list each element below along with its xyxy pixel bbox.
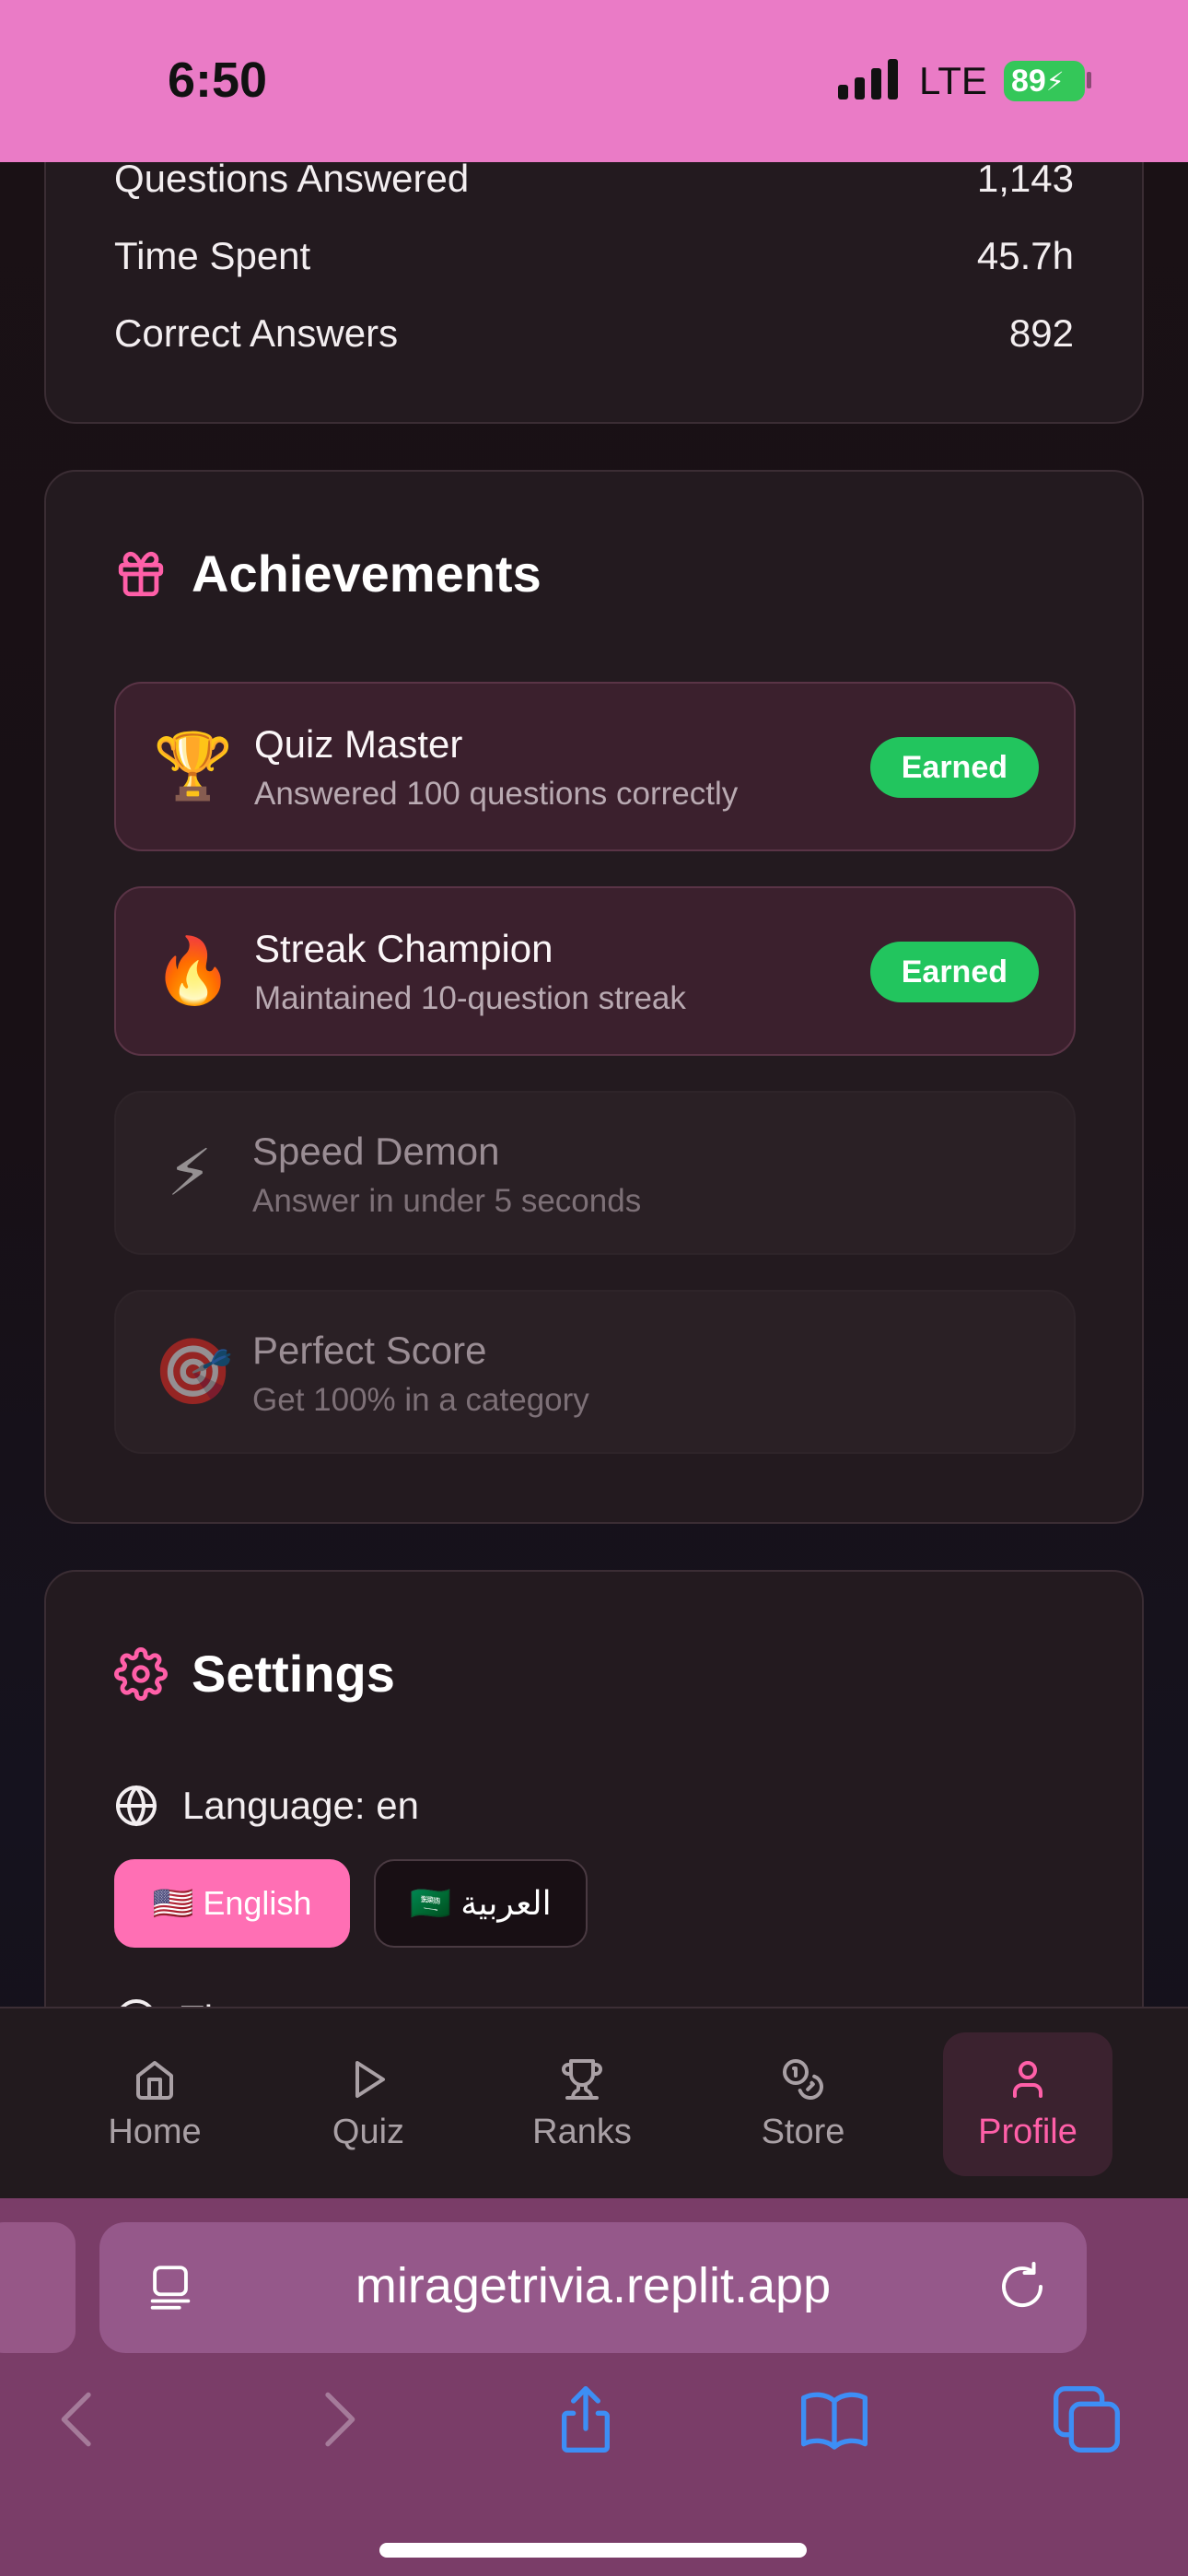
share-icon[interactable] — [549, 2383, 623, 2456]
battery-level: 89 — [1011, 63, 1046, 99]
english-label: 🇺🇸 English — [152, 1884, 312, 1922]
achievement-description: Answered 100 questions correctly — [254, 776, 739, 812]
back-icon[interactable] — [42, 2383, 116, 2456]
achievement-perfect-score: 🎯 Perfect Score Get 100% in a category — [114, 1290, 1076, 1454]
nav-ranks[interactable]: Ranks — [508, 2032, 656, 2176]
nav-home-label: Home — [108, 2112, 202, 2151]
settings-title: Settings — [114, 1644, 395, 1704]
status-time: 6:50 — [168, 53, 268, 108]
earned-badge: Earned — [869, 737, 1039, 798]
home-icon — [136, 2060, 173, 2100]
achievement-name: Streak Champion — [254, 927, 553, 970]
signal-icon — [838, 59, 898, 100]
charging-icon: ⚡ — [1045, 66, 1065, 96]
nav-store[interactable]: Store — [729, 2032, 877, 2176]
achievement-description: Answer in under 5 seconds — [252, 1183, 642, 1219]
gift-icon — [118, 551, 164, 596]
stat-row-questions-answered: Questions Answered 1,143 — [114, 157, 1074, 201]
achievement-description: Maintained 10-question streak — [254, 980, 686, 1016]
stat-label: Time Spent — [114, 234, 311, 277]
nav-profile[interactable]: Profile — [943, 2032, 1112, 2176]
nav-store-label: Store — [761, 2112, 845, 2151]
browser-toolbar: miragetrivia.replit.app — [0, 2198, 1188, 2576]
tabs-icon[interactable] — [1050, 2383, 1124, 2456]
user-icon — [1013, 2060, 1042, 2098]
battery-indicator: 89 ⚡ — [1004, 61, 1085, 101]
lightning-icon: ⚡ — [167, 1135, 213, 1211]
gear-icon — [114, 1646, 168, 1701]
stat-value: 892 — [1008, 311, 1074, 355]
achievement-speed-demon: ⚡ Speed Demon Answer in under 5 seconds — [114, 1091, 1076, 1255]
stat-value: 1,143 — [976, 157, 1074, 200]
status-bar: 6:50 LTE 89 ⚡ — [0, 0, 1188, 162]
trophy-icon: 🏆 — [153, 728, 234, 804]
stat-label: Correct Answers — [114, 311, 399, 355]
reload-icon[interactable] — [995, 2259, 1050, 2314]
nav-profile-label: Profile — [978, 2112, 1077, 2151]
achievement-name: Quiz Master — [254, 722, 463, 766]
achievement-name: Speed Demon — [252, 1130, 500, 1173]
battery-tip — [1087, 72, 1091, 88]
address-bar[interactable]: miragetrivia.replit.app — [99, 2222, 1087, 2353]
achievements-card: Achievements 🏆 Quiz Master Answered 100 … — [44, 470, 1144, 1524]
arabic-language-button[interactable]: 🇸🇦 العربية — [374, 1859, 588, 1948]
stat-value: 45.7h — [976, 234, 1074, 277]
globe-icon — [116, 1786, 157, 1826]
achievements-title: Achievements — [114, 544, 542, 603]
network-type: LTE — [919, 59, 987, 102]
achievement-name: Perfect Score — [252, 1329, 487, 1372]
earned-badge: Earned — [869, 942, 1039, 1002]
achievement-quiz-master: 🏆 Quiz Master Answered 100 questions cor… — [114, 682, 1076, 851]
arabic-label: 🇸🇦 العربية — [410, 1884, 552, 1922]
trophy-icon — [562, 2058, 602, 2100]
achievement-streak-champion: 🔥 Streak Champion Maintained 10-question… — [114, 886, 1076, 1056]
home-indicator — [379, 2543, 807, 2558]
english-language-button[interactable]: 🇺🇸 English — [114, 1859, 350, 1948]
bottom-navigation: Home Quiz Ranks Store Profile — [0, 2007, 1188, 2198]
nav-home[interactable]: Home — [81, 2032, 228, 2176]
stat-row-correct-answers: Correct Answers 892 — [114, 311, 1074, 356]
previous-tab-preview[interactable] — [0, 2222, 76, 2353]
nav-quiz[interactable]: Quiz — [295, 2032, 442, 2176]
nav-ranks-label: Ranks — [532, 2112, 632, 2151]
language-label: Language: en — [182, 1784, 419, 1827]
stat-row-time-spent: Time Spent 45.7h — [114, 234, 1074, 278]
achievement-description: Get 100% in a category — [252, 1382, 589, 1418]
bookmarks-icon[interactable] — [798, 2383, 871, 2456]
stat-label: Questions Answered — [114, 157, 470, 200]
coins-icon — [783, 2058, 823, 2100]
fire-icon: 🔥 — [153, 932, 234, 1009]
settings-heading: Settings — [192, 1645, 395, 1703]
target-icon: 🎯 — [153, 1333, 234, 1410]
forward-icon[interactable] — [300, 2383, 374, 2456]
language-row: Language: en — [114, 1784, 419, 1828]
nav-quiz-label: Quiz — [332, 2112, 405, 2151]
achievements-heading: Achievements — [192, 544, 542, 603]
play-icon — [355, 2060, 385, 2098]
url-text: miragetrivia.replit.app — [355, 2258, 832, 2313]
